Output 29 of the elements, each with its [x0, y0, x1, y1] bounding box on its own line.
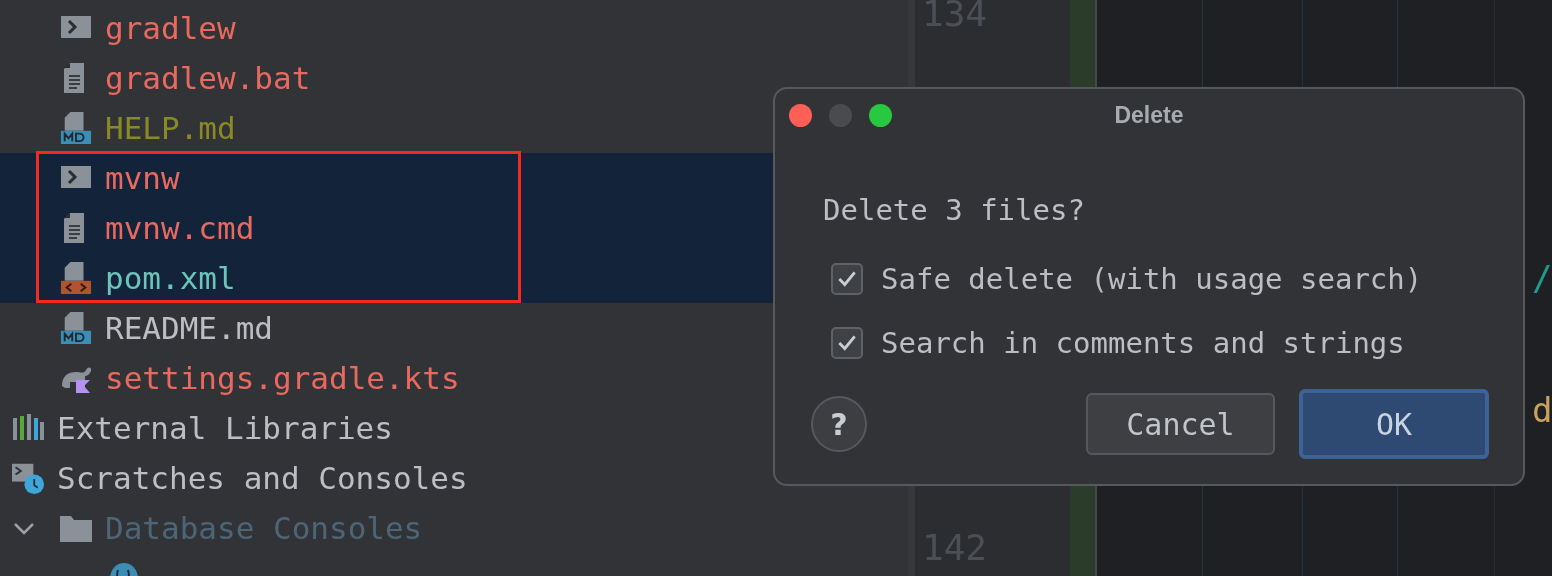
- zoom-window-button[interactable]: [869, 104, 892, 127]
- tree-item[interactable]: gradlew.bat: [0, 53, 908, 103]
- ok-button[interactable]: OK: [1299, 389, 1489, 459]
- tree-label: Database Consoles: [105, 512, 423, 544]
- file-name: settings.gradle.kts: [105, 362, 460, 394]
- markdown-file-icon: [60, 112, 92, 144]
- file-name: gradlew.bat: [105, 62, 311, 94]
- tree-item[interactable]: Scratches and Consoles: [0, 453, 908, 503]
- code-text: /: [1532, 258, 1552, 298]
- cancel-button[interactable]: Cancel: [1086, 393, 1275, 455]
- dialog-title: Delete: [1114, 101, 1184, 129]
- file-name: gradlew: [105, 12, 236, 44]
- tree-label: Scratches and Consoles: [57, 462, 468, 494]
- file-name: pom.xml: [105, 262, 236, 294]
- file-name: mvnw.cmd: [105, 212, 255, 244]
- tree-item[interactable]: HELP.md: [0, 103, 908, 153]
- code-text: d: [1532, 390, 1552, 430]
- xml-file-icon: [60, 262, 92, 294]
- help-button[interactable]: ?: [811, 396, 867, 452]
- tree-label: External Libraries: [57, 412, 393, 444]
- markdown-file-icon: [60, 312, 92, 344]
- file-name: HELP.md: [105, 112, 236, 144]
- file-name: mvnw: [105, 162, 180, 194]
- console-clock-icon: [12, 462, 44, 494]
- file-name: README.md: [105, 312, 273, 344]
- close-window-button[interactable]: [789, 104, 812, 127]
- tree-item[interactable]: gradlew: [0, 3, 908, 53]
- checkbox[interactable]: [831, 263, 863, 295]
- checkbox[interactable]: [831, 327, 863, 359]
